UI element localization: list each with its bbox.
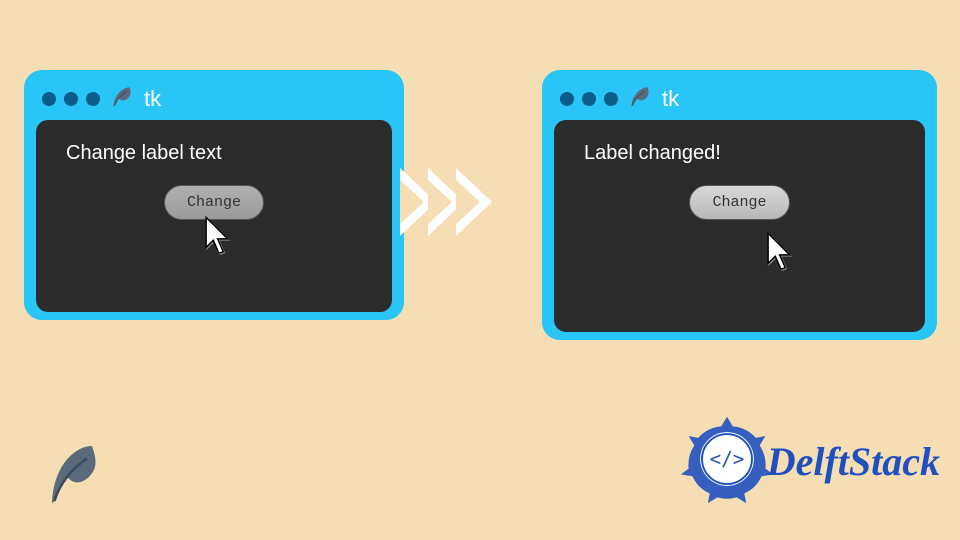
window-title: tk — [662, 86, 679, 112]
feather-icon — [108, 84, 134, 115]
chevron-right-icon — [456, 168, 492, 236]
window-title: tk — [144, 86, 161, 112]
window-dot-icon[interactable] — [604, 92, 618, 106]
change-button[interactable]: Change — [164, 185, 264, 220]
titlebar: tk — [550, 78, 929, 120]
app-window-after: tk Label changed! Change — [542, 70, 937, 340]
window-dot-icon[interactable] — [42, 92, 56, 106]
label-widget: Label changed! — [584, 142, 721, 165]
feather-icon — [40, 441, 104, 516]
change-button[interactable]: Change — [689, 185, 789, 220]
window-dot-icon[interactable] — [582, 92, 596, 106]
feather-icon — [626, 84, 652, 115]
label-widget: Change label text — [66, 142, 222, 165]
brand-logo-block: </> DelftStack — [679, 411, 940, 512]
brand-name: DelftStack — [767, 438, 940, 485]
cursor-icon — [204, 216, 234, 256]
app-window-before: tk Change label text Change — [24, 70, 404, 320]
window-content: Change label text Change — [36, 120, 392, 312]
svg-text:</>: </> — [709, 448, 744, 471]
transition-chevrons — [400, 168, 484, 236]
cursor-icon — [766, 232, 796, 272]
window-dot-icon[interactable] — [86, 92, 100, 106]
window-content: Label changed! Change — [554, 120, 925, 332]
window-dot-icon[interactable] — [560, 92, 574, 106]
delftstack-logo-icon: </> — [679, 411, 775, 512]
window-dot-icon[interactable] — [64, 92, 78, 106]
titlebar: tk — [32, 78, 396, 120]
